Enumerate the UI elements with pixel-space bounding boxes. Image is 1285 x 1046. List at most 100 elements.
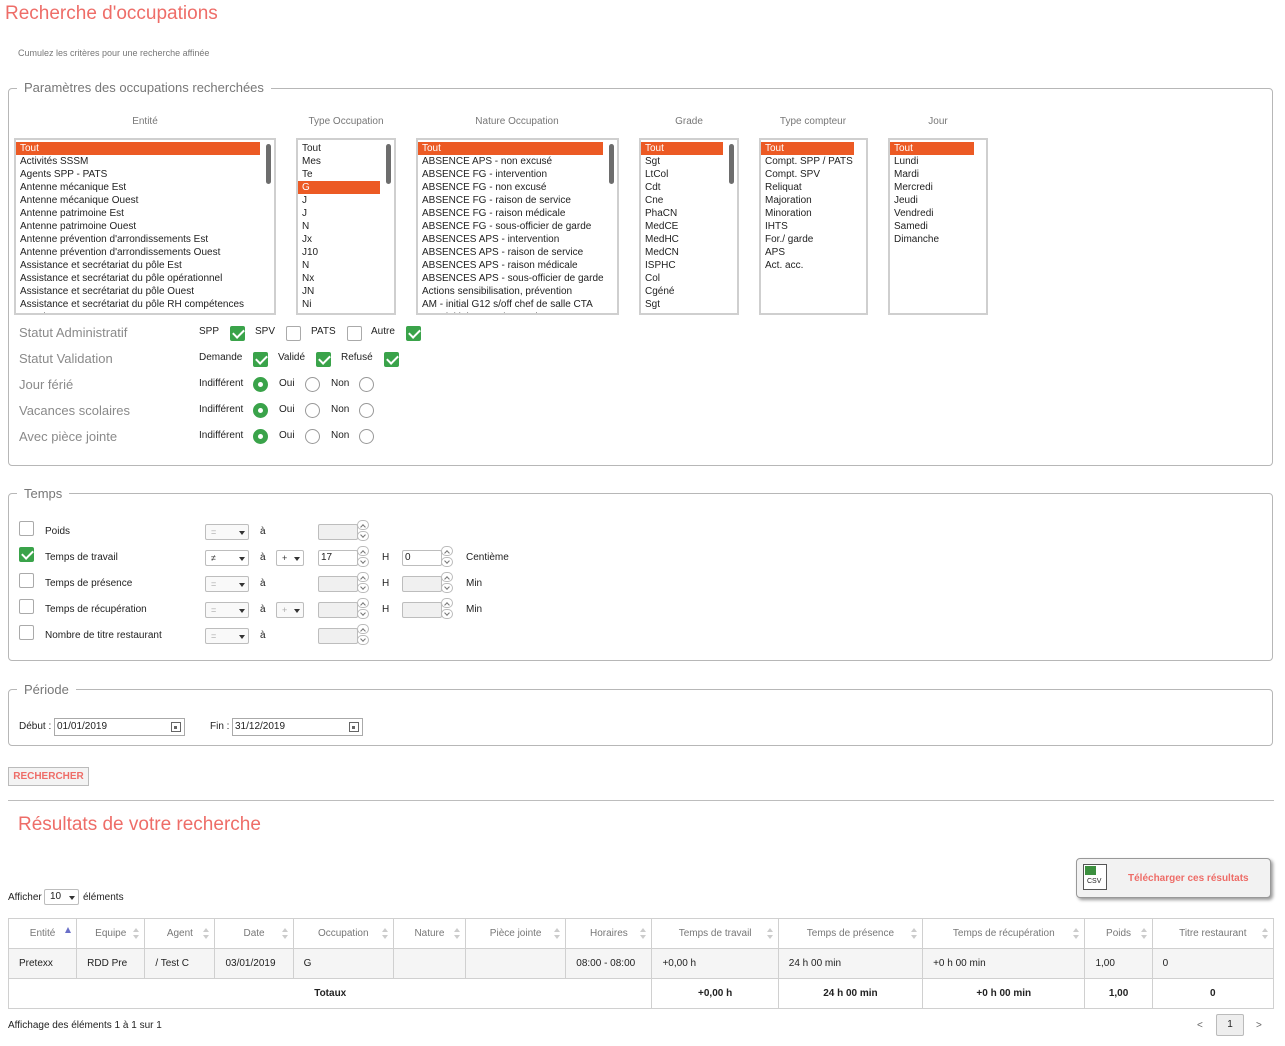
listbox-option[interactable]: Lundi bbox=[890, 155, 974, 168]
filter-listbox[interactable]: Tout Sgt LtCol Cdt Cne PhaCN MedCE MedHC MedCN IS… bbox=[639, 138, 739, 315]
radio-button[interactable] bbox=[305, 403, 320, 418]
filter-listbox[interactable]: Tout Activités SSSM Agents SPP - PATS Anten… bbox=[14, 138, 276, 315]
listbox-option[interactable]: IHTS bbox=[761, 220, 854, 233]
listbox-option[interactable]: ABSENCE FG - raison médicale bbox=[418, 207, 603, 220]
hours-input[interactable] bbox=[318, 576, 358, 592]
listbox-option[interactable]: Cne bbox=[641, 194, 723, 207]
listbox-option[interactable]: Sgt bbox=[641, 298, 723, 311]
pagination-next[interactable]: > bbox=[1256, 1020, 1262, 1031]
listbox-option[interactable]: Tout bbox=[641, 142, 723, 155]
sort-icon[interactable] bbox=[381, 928, 389, 940]
operator-select[interactable]: = bbox=[205, 576, 249, 592]
listbox-scrollbar[interactable] bbox=[609, 144, 614, 184]
listbox-option[interactable]: J10 bbox=[298, 246, 380, 259]
hours-input[interactable]: 17 bbox=[318, 550, 358, 566]
listbox-option[interactable]: G bbox=[298, 181, 380, 194]
operator-select[interactable]: = bbox=[205, 602, 249, 618]
temps-checkbox[interactable] bbox=[19, 573, 34, 588]
listbox-option[interactable]: MedCN bbox=[641, 246, 723, 259]
hours-input[interactable] bbox=[318, 628, 358, 644]
calendar-icon[interactable] bbox=[349, 722, 359, 732]
listbox-option[interactable]: N bbox=[298, 220, 380, 233]
sort-icon[interactable] bbox=[1262, 928, 1269, 940]
download-results-button[interactable]: CSV Télécharger ces résultats bbox=[1076, 858, 1271, 898]
pagination-prev[interactable]: < bbox=[1197, 1020, 1203, 1031]
listbox-option[interactable]: Antenne prévention d'arrondissements Oue… bbox=[16, 246, 260, 259]
listbox-option[interactable]: Cdt bbox=[641, 181, 723, 194]
column-header[interactable]: Horaires bbox=[565, 918, 653, 949]
search-button[interactable]: RECHERCHER bbox=[8, 767, 89, 786]
radio-button[interactable] bbox=[253, 429, 268, 444]
spinner-up-icon[interactable] bbox=[357, 624, 369, 634]
spinner-up-icon[interactable] bbox=[441, 546, 453, 556]
listbox-option[interactable]: Sgt bbox=[641, 311, 723, 313]
radio-button[interactable] bbox=[253, 377, 268, 392]
checkbox[interactable] bbox=[347, 326, 362, 341]
checkbox[interactable] bbox=[286, 326, 301, 341]
page-length-select[interactable]: 10 bbox=[44, 889, 79, 905]
listbox-option[interactable]: Majoration bbox=[761, 194, 854, 207]
listbox-option[interactable]: ABSENCES APS - raison de service bbox=[418, 246, 603, 259]
sort-icon[interactable] bbox=[640, 928, 647, 940]
checkbox[interactable] bbox=[316, 352, 331, 367]
pagination-current[interactable]: 1 bbox=[1216, 1014, 1244, 1036]
operator-select[interactable]: = bbox=[205, 628, 249, 644]
listbox-option[interactable]: ABSENCES APS - raison médicale bbox=[418, 259, 603, 272]
spinner-down-icon[interactable] bbox=[357, 557, 369, 567]
filter-listbox[interactable]: ToutMesTeGJJNJxJ10NNxJNNiVLS bbox=[296, 138, 396, 315]
listbox-option[interactable]: Samedi bbox=[890, 220, 974, 233]
filter-listbox[interactable]: Tout Compt. SPP / PATS Compt. SPV Reliquat M… bbox=[759, 138, 868, 315]
column-header[interactable]: Temps de récupération bbox=[922, 918, 1086, 949]
listbox-option[interactable]: ABSENCE FG - sous-officier de garde bbox=[418, 220, 603, 233]
listbox-scrollbar[interactable] bbox=[266, 144, 271, 184]
radio-button[interactable] bbox=[305, 429, 320, 444]
hours-input[interactable] bbox=[318, 524, 358, 540]
listbox-option[interactable]: Actions sensibilisation, prévention bbox=[418, 285, 603, 298]
listbox-option[interactable]: Mardi bbox=[890, 168, 974, 181]
sort-icon[interactable] bbox=[766, 928, 774, 940]
radio-button[interactable] bbox=[253, 403, 268, 418]
filter-listbox[interactable]: Tout Lundi Mardi Mercredi Jeudi Vendredi Samed… bbox=[888, 138, 988, 315]
column-header[interactable]: Poids bbox=[1084, 918, 1153, 949]
listbox-option[interactable]: Antenne prévention d'arrondissements Est bbox=[16, 233, 260, 246]
listbox-option[interactable]: AM - initial sapeur/caporal WRO bbox=[418, 311, 603, 313]
sort-asc-icon[interactable] bbox=[65, 927, 72, 940]
column-header[interactable]: Temps de travail bbox=[651, 918, 779, 949]
listbox-option[interactable]: Antenne mécanique Est bbox=[16, 181, 260, 194]
column-header[interactable]: Equipe bbox=[76, 918, 146, 949]
sort-icon[interactable] bbox=[554, 928, 561, 940]
fin-date-input[interactable]: 31/12/2019 bbox=[232, 718, 363, 736]
temps-checkbox[interactable] bbox=[19, 625, 34, 640]
listbox-option[interactable]: MedHC bbox=[641, 233, 723, 246]
minutes-input[interactable] bbox=[402, 602, 442, 618]
spinner-up-icon[interactable] bbox=[357, 598, 369, 608]
listbox-option[interactable]: Tout bbox=[761, 142, 854, 155]
sort-icon[interactable] bbox=[133, 928, 140, 940]
operator-select[interactable]: ≠ bbox=[205, 550, 249, 566]
listbox-scrollbar[interactable] bbox=[729, 144, 734, 184]
listbox-option[interactable]: Antenne mécanique Ouest bbox=[16, 194, 260, 207]
spinner-down-icon[interactable] bbox=[441, 609, 453, 619]
column-header[interactable]: Entité bbox=[7, 918, 78, 949]
listbox-option[interactable]: Jeudi bbox=[890, 194, 974, 207]
listbox-option[interactable]: Col bbox=[641, 272, 723, 285]
listbox-option[interactable]: JN bbox=[298, 285, 380, 298]
listbox-option[interactable]: Antenne patrimoine Ouest bbox=[16, 220, 260, 233]
sort-icon[interactable] bbox=[281, 928, 289, 940]
checkbox[interactable] bbox=[406, 326, 421, 341]
listbox-option[interactable]: For./ garde bbox=[761, 233, 854, 246]
spinner-down-icon[interactable] bbox=[357, 583, 369, 593]
listbox-option[interactable]: J bbox=[298, 194, 380, 207]
spinner-down-icon[interactable] bbox=[357, 531, 369, 541]
listbox-option[interactable]: Astreinte PFI bbox=[16, 311, 260, 313]
sign-select[interactable]: + bbox=[276, 550, 304, 566]
listbox-option[interactable]: Tout bbox=[890, 142, 974, 155]
listbox-option[interactable]: ABSENCES APS - intervention bbox=[418, 233, 603, 246]
minutes-input[interactable]: 0 bbox=[402, 550, 442, 566]
operator-select[interactable]: = bbox=[205, 524, 249, 540]
radio-button[interactable] bbox=[359, 403, 374, 418]
spinner-up-icon[interactable] bbox=[441, 598, 453, 608]
spinner-up-icon[interactable] bbox=[357, 520, 369, 530]
spinner-down-icon[interactable] bbox=[357, 635, 369, 645]
column-header[interactable]: Temps de présence bbox=[777, 918, 924, 949]
